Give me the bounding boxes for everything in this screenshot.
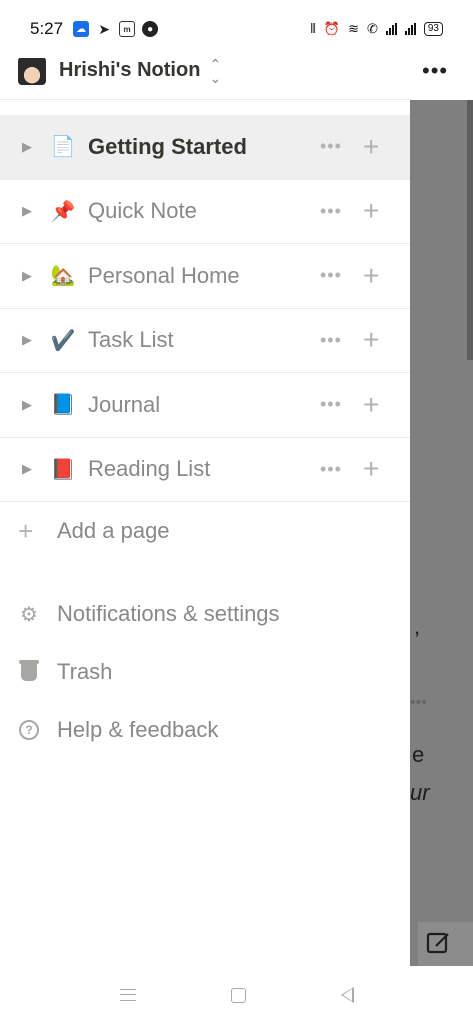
add-subpage-icon[interactable]: + xyxy=(363,195,379,227)
page-label: Journal xyxy=(88,391,161,417)
chevron-up-down-icon: ⌃ ⌄ xyxy=(209,55,222,86)
expand-caret-icon[interactable]: ▶ xyxy=(22,268,38,284)
notifications-settings-button[interactable]: ⚙ Notifications & settings xyxy=(0,585,410,643)
trash-label: Trash xyxy=(57,659,113,684)
signal-bars-icon-2 xyxy=(404,23,416,35)
telegram-icon: ➤ xyxy=(98,20,110,37)
volte-call-icon: ✆ xyxy=(366,21,378,36)
page-label: Task List xyxy=(88,327,174,353)
page-item-reading-list[interactable]: ▶ 📕 Reading List ••• + xyxy=(0,438,410,502)
expand-caret-icon[interactable]: ▶ xyxy=(22,139,38,155)
more-icon[interactable]: ••• xyxy=(320,330,342,351)
system-navigation-bar xyxy=(0,966,473,1024)
scrollbar[interactable] xyxy=(467,100,473,360)
trash-button[interactable]: Trash xyxy=(0,643,410,701)
expand-caret-icon[interactable]: ▶ xyxy=(22,397,38,413)
wifi-icon: ≋ xyxy=(348,21,359,36)
more-icon[interactable]: ••• xyxy=(320,265,342,286)
sidebar-drawer: Hrishi's Notion ⌃ ⌄ ▶ 📄 Getting Started •… xyxy=(0,42,410,966)
settings-label: Notifications & settings xyxy=(57,601,280,626)
page-list: ▶ 📄 Getting Started ••• + ▶ 📌 Quick Note… xyxy=(0,115,410,502)
add-subpage-icon[interactable]: + xyxy=(363,131,379,163)
page-label: Reading List xyxy=(88,456,211,482)
more-icon[interactable]: ••• xyxy=(320,201,342,222)
recent-apps-icon[interactable] xyxy=(119,989,136,1001)
more-icon[interactable]: ••• xyxy=(320,459,342,480)
page-item-quick-note[interactable]: ▶ 📌 Quick Note ••• + xyxy=(0,180,410,244)
compose-icon[interactable] xyxy=(424,928,454,958)
status-bar: 5:27 ☁ ➤ m ● ⫴ ⏰ ≋ ✆ 93 xyxy=(0,0,473,58)
page-emoji-icon: ✔️ xyxy=(50,329,76,352)
notification-icons: ☁ ➤ m ● xyxy=(73,20,159,37)
page-emoji-icon: 📕 xyxy=(50,458,76,481)
background-text: , xyxy=(414,614,421,639)
page-item-getting-started[interactable]: ▶ 📄 Getting Started ••• + xyxy=(0,115,410,180)
back-icon[interactable] xyxy=(340,987,354,1003)
more-icon[interactable]: ••• xyxy=(320,394,342,415)
alarm-icon: ⏰ xyxy=(323,21,341,36)
page-item-task-list[interactable]: ▶ ✔️ Task List ••• + xyxy=(0,309,410,373)
compose-area xyxy=(418,922,473,966)
background-page[interactable]: ••• , ••• e ur xyxy=(410,42,473,966)
page-label: Personal Home xyxy=(88,262,240,288)
add-subpage-icon[interactable]: + xyxy=(363,453,379,485)
home-icon[interactable] xyxy=(230,987,246,1003)
page-more-button[interactable]: ••• xyxy=(422,58,448,84)
background-text: ur xyxy=(410,780,430,805)
page-item-journal[interactable]: ▶ 📘 Journal ••• + xyxy=(0,373,410,438)
system-status-icons: ⫴ ⏰ ≋ ✆ 93 xyxy=(310,21,443,37)
plus-icon: + xyxy=(18,515,34,546)
background-text: ••• xyxy=(410,694,427,711)
expand-caret-icon[interactable]: ▶ xyxy=(22,332,38,348)
trash-icon xyxy=(18,660,40,683)
page-emoji-icon: 📄 xyxy=(50,136,76,159)
page-label: Quick Note xyxy=(88,198,197,224)
page-emoji-icon: 🏡 xyxy=(50,265,76,288)
page-emoji-icon: 📘 xyxy=(50,394,76,417)
expand-caret-icon[interactable]: ▶ xyxy=(22,461,38,477)
app-icon: ● xyxy=(142,21,159,37)
page-emoji-icon: 📌 xyxy=(50,200,76,223)
page-item-personal-home[interactable]: ▶ 🏡 Personal Home ••• + xyxy=(0,244,410,309)
add-subpage-icon[interactable]: + xyxy=(363,324,379,356)
vibrate-icon: ⫴ xyxy=(310,21,316,36)
expand-caret-icon[interactable]: ▶ xyxy=(22,203,38,219)
status-time: 5:27 xyxy=(30,19,64,38)
help-icon: ? xyxy=(18,719,40,741)
battery-icon: 93 xyxy=(423,22,443,36)
workspace-avatar xyxy=(18,56,46,85)
workspace-name: Hrishi's Notion xyxy=(59,59,201,81)
gear-icon: ⚙ xyxy=(20,603,38,626)
utility-menu: ⚙ Notifications & settings Trash ? Help … xyxy=(0,585,410,759)
more-icon[interactable]: ••• xyxy=(320,136,342,157)
add-subpage-icon[interactable]: + xyxy=(363,389,379,421)
cloud-app-icon: ☁ xyxy=(73,21,90,37)
help-label: Help & feedback xyxy=(57,717,219,742)
background-text: e xyxy=(412,742,425,767)
add-page-button[interactable]: + Add a page xyxy=(0,502,410,560)
add-subpage-icon[interactable]: + xyxy=(363,260,379,292)
add-page-label: Add a page xyxy=(57,518,170,543)
m-app-icon: m xyxy=(119,21,136,37)
help-feedback-button[interactable]: ? Help & feedback xyxy=(0,701,410,759)
signal-bars-icon xyxy=(385,23,397,35)
page-label: Getting Started xyxy=(88,133,247,159)
